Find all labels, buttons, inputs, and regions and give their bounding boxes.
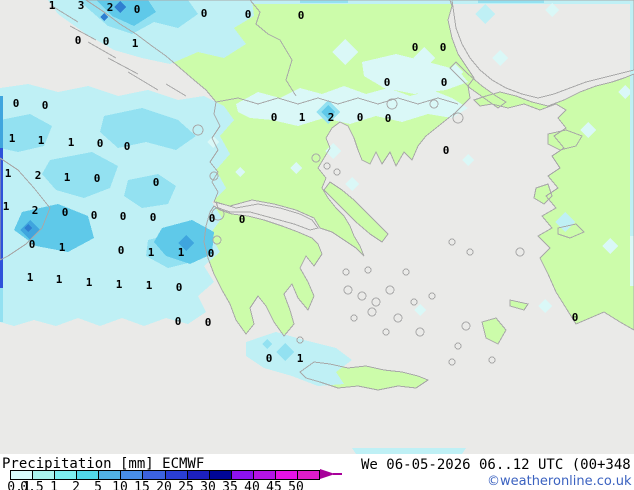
precip-grid-value: 0 <box>175 315 182 328</box>
precip-grid-value: 1 <box>297 352 304 365</box>
legend-tick-label: 5 <box>94 480 102 490</box>
precip-grid-value: 1 <box>49 0 56 12</box>
precip-grid-value: 0 <box>42 99 49 112</box>
precip-grid-value: 0 <box>13 97 20 110</box>
precip-grid-value: 1 <box>5 167 12 180</box>
legend-color-segment <box>253 471 276 479</box>
precip-grid-value: 0 <box>62 206 69 219</box>
precip-grid-value: 1 <box>9 132 16 145</box>
precip-grid-value: 0 <box>412 41 419 54</box>
precip-grid-value: 0 <box>201 7 208 20</box>
precip-grid-value: 1 <box>27 271 34 284</box>
legend-color-segment <box>143 471 166 479</box>
precip-grid-value: 0 <box>298 9 305 22</box>
precip-grid-value: 1 <box>38 134 45 147</box>
legend-tick-label: 1 <box>50 480 58 490</box>
legend-color-segment <box>231 471 254 479</box>
precip-grid-value: 0 <box>103 35 110 48</box>
legend-color-segment <box>99 471 122 479</box>
precip-grid-value: 0 <box>124 140 131 153</box>
precip-grid-value: 0 <box>209 212 216 225</box>
legend-tick-label: 20 <box>156 480 172 490</box>
precip-grid-value: 1 <box>59 241 66 254</box>
legend-tick-label: 25 <box>178 480 194 490</box>
precip-grid-value: 0 <box>208 247 215 260</box>
precip-grid-value: 0 <box>441 76 448 89</box>
legend-tick-label: 50 <box>288 480 304 490</box>
legend-color-segment <box>33 471 56 479</box>
precip-grid-value: 0 <box>176 281 183 294</box>
valid-time-label: We 06-05-2026 06..12 UTC (00+348 <box>361 457 631 473</box>
legend-color-segment <box>11 471 34 479</box>
precip-grid-value: 1 <box>86 276 93 289</box>
precip-grid-value: 0 <box>75 34 82 47</box>
legend-color-segment <box>298 471 320 479</box>
copyright-label: ©weatheronline.co.uk <box>487 474 632 489</box>
precipitation-map: 1 3 2 0 0 0 0 0 0 1 0 0 0 0 0 0 0 1 2 0 0 1 1 1 0 0 0 1 2 1 0 0 1 2 0 0 0 0 0 0… <box>0 0 634 454</box>
legend-tick-label: 45 <box>266 480 282 490</box>
precip-grid-value: 1 <box>146 279 153 292</box>
precip-grid-value: 0 <box>134 3 141 16</box>
precip-color-scale <box>10 470 320 480</box>
precip-grid-value: 0 <box>443 144 450 157</box>
precip-grid-value: 1 <box>68 136 75 149</box>
precip-grid-value: 0 <box>245 8 252 21</box>
precip-grid-value: 2 <box>328 111 335 124</box>
precip-grid-value: 1 <box>132 37 139 50</box>
legend-tick-label: 2 <box>72 480 80 490</box>
precip-grid-value: 0 <box>572 311 579 324</box>
precip-grid-value: 3 <box>78 0 85 12</box>
legend-tick-label: 35 <box>222 480 238 490</box>
legend-color-segment <box>77 471 100 479</box>
precip-grid-value: 1 <box>299 111 306 124</box>
precip-grid-value: 0 <box>440 41 447 54</box>
precip-grid-value: 1 <box>116 278 123 291</box>
legend-color-segment <box>187 471 210 479</box>
legend-panel: Precipitation [mm] ECMWF 0.1 0.5 1 2 5 10 15 20… <box>0 454 634 490</box>
precip-grid-value: 0 <box>91 209 98 222</box>
precip-grid-value: 0 <box>357 111 364 124</box>
precip-grid-value: 0 <box>385 112 392 125</box>
precip-grid-value: 2 <box>107 1 114 14</box>
legend-color-segment <box>165 471 188 479</box>
weather-map-page: 1320000001000000012001110001210012000000… <box>0 0 634 490</box>
precip-grid-value: 0 <box>153 176 160 189</box>
precip-grid-value: 0 <box>384 76 391 89</box>
legend-color-segment <box>55 471 78 479</box>
map-canvas: 1 3 2 0 0 0 0 0 0 1 0 0 0 0 0 0 0 1 2 0 0 1 1 1 0 0 0 1 2 1 0 0 1 2 0 0 0 0 0 0… <box>0 0 634 454</box>
precip-grid-value: 0 <box>205 316 212 329</box>
legend-tick-label: 30 <box>200 480 216 490</box>
precip-grid-value: 0 <box>29 238 36 251</box>
precip-grid-value: 1 <box>64 171 71 184</box>
legend-color-segment <box>209 471 232 479</box>
precip-grid-value: 0 <box>239 213 246 226</box>
legend-color-segment <box>121 471 144 479</box>
precip-grid-value: 0 <box>118 244 125 257</box>
legend-tick-label: 40 <box>244 480 260 490</box>
precip-grid-value: 0 <box>266 352 273 365</box>
legend-tick-label: 10 <box>112 480 128 490</box>
precip-grid-value: 0 <box>271 111 278 124</box>
precip-grid-value: 0 <box>94 172 101 185</box>
precip-grid-value: 0 <box>97 137 104 150</box>
precip-grid-value: 0 <box>150 211 157 224</box>
precip-grid-value: 1 <box>56 273 63 286</box>
precip-grid-value: 1 <box>148 246 155 259</box>
legend-color-segment <box>275 471 299 479</box>
legend-tick-label: 15 <box>134 480 150 490</box>
legend-tick-label: 0.5 <box>20 480 44 490</box>
scale-tick-labels: 0.1 0.5 1 2 5 10 15 20 25 30 35 40 45 50 <box>0 480 340 490</box>
precip-grid-value: 2 <box>35 169 42 182</box>
scale-arrow-tail <box>333 473 342 475</box>
precip-grid-value: 1 <box>3 200 10 213</box>
precip-grid-value: 2 <box>32 204 39 217</box>
precip-grid-value: 0 <box>120 210 127 223</box>
precip-grid-value: 1 <box>178 246 185 259</box>
